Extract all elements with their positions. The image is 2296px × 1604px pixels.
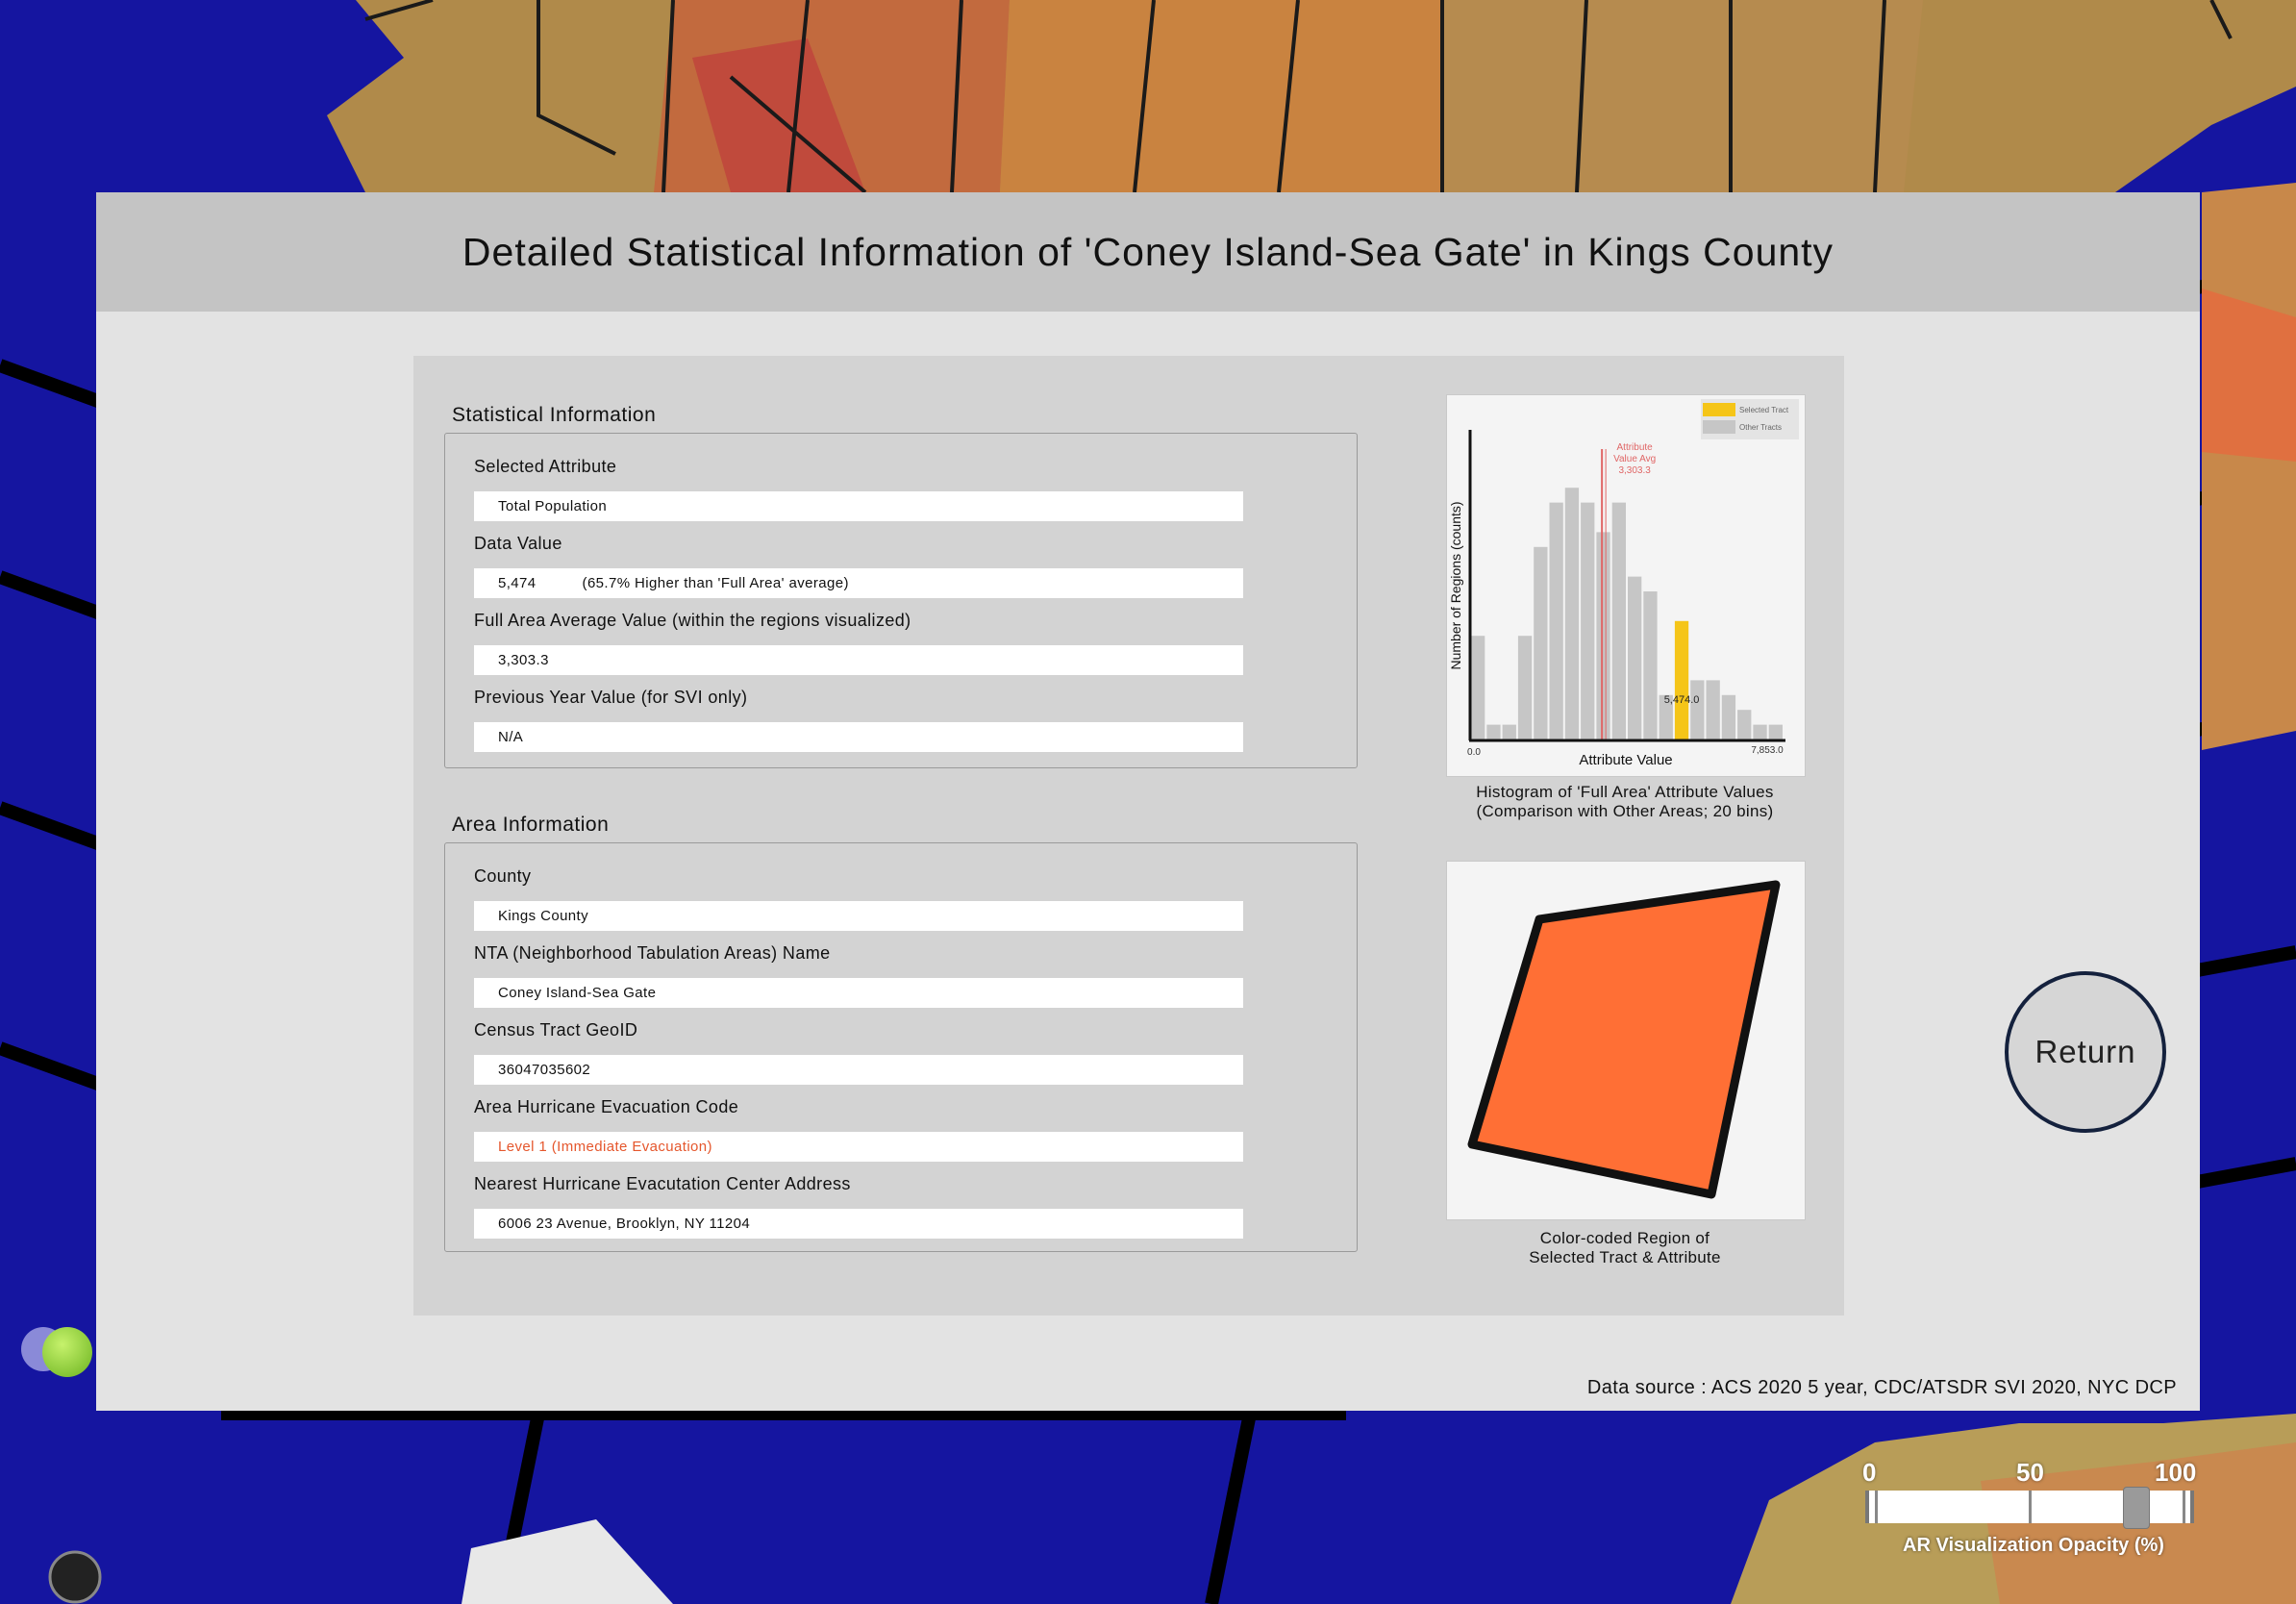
ar-marker-orb-green (42, 1327, 92, 1377)
histogram-caption-line1: Histogram of 'Full Area' Attribute Value… (1476, 783, 1774, 801)
page-title: Detailed Statistical Information of 'Con… (462, 229, 1834, 274)
selected-attribute-label: Selected Attribute (474, 457, 617, 476)
region-card (1446, 861, 1806, 1220)
histogram-bar (1706, 680, 1720, 739)
county-label: County (474, 866, 532, 886)
county-value: Kings County (474, 901, 1243, 931)
census-tract-value: 36047035602 (474, 1055, 1243, 1085)
legend-label-other: Other Tracts (1739, 423, 1782, 432)
legend-label-selected: Selected Tract (1739, 406, 1789, 414)
histogram-bar (1768, 724, 1783, 739)
opacity-slider[interactable]: 0 50 100 AR Visualization Opacity (%) (1860, 1454, 2207, 1569)
slider-handle[interactable] (2123, 1487, 2151, 1529)
histogram-bar (1721, 694, 1736, 739)
histogram-bar (1611, 502, 1626, 739)
return-button[interactable]: Return (2005, 971, 2166, 1133)
average-annotation: Attribute (1617, 442, 1654, 453)
content-box: Statistical Information Selected Attribu… (413, 356, 1844, 1316)
x-min-label: 0.0 (1467, 747, 1481, 758)
histogram-bar (1471, 636, 1485, 739)
average-annotation: Value Avg (1613, 454, 1656, 464)
evacuation-center-value: 6006 23 Avenue, Brooklyn, NY 11204 (474, 1209, 1243, 1239)
histogram-bar (1502, 724, 1516, 739)
full-area-average-text: 3,303.3 (498, 652, 549, 668)
legend-swatch-other (1703, 420, 1735, 434)
histogram-bar (1549, 502, 1563, 739)
region-caption-line1: Color-coded Region of (1539, 1229, 1710, 1247)
histogram-chart: AttributeValue Avg3,303.3 5,474.0 0.0 7,853… (1448, 399, 1799, 768)
region-caption: Color-coded Region of Selected Tract & A… (1413, 1229, 1836, 1267)
slider-tick-label-50: 50 (2016, 1458, 2044, 1487)
histogram-caption: Histogram of 'Full Area' Attribute Value… (1413, 783, 1836, 821)
nta-name-value: Coney Island-Sea Gate (474, 978, 1243, 1008)
histogram-card: Attribute Value Avg 3,303.3 5,474.0 0.0 7,853… (1446, 394, 1806, 777)
histogram-bar (1581, 502, 1595, 739)
x-max-label: 7,853.0 (1751, 745, 1784, 756)
area-info-group: County Kings County NTA (Neighborhood Ta… (444, 842, 1358, 1252)
census-tract-label: Census Tract GeoID (474, 1020, 638, 1040)
y-axis-label: Number of Regions (counts) (1448, 501, 1463, 669)
histogram-bar (1486, 724, 1501, 739)
data-value-label: Data Value (474, 534, 562, 553)
histogram-bar (1517, 636, 1533, 739)
previous-year-text: N/A (498, 729, 524, 745)
detail-panel: Detailed Statistical Information of 'Con… (96, 192, 2200, 1411)
legend-swatch-selected (1703, 403, 1735, 416)
average-annotation: 3,303.3 (1618, 465, 1651, 476)
slider-tick-label-0: 0 (1862, 1458, 1877, 1487)
previous-year-value: N/A (474, 722, 1243, 752)
histogram-bar (1596, 532, 1610, 739)
slider-tick-label-100: 100 (2155, 1458, 2197, 1487)
histogram-bar (1643, 591, 1658, 739)
full-area-average-label: Full Area Average Value (within the regi… (474, 611, 911, 630)
data-value-text: 5,474 (498, 575, 537, 591)
statistical-info-group: Selected Attribute Total Population Data… (444, 433, 1358, 768)
histogram-bar (1534, 546, 1548, 739)
full-area-average-value: 3,303.3 (474, 645, 1243, 675)
histogram-caption-line2: (Comparison with Other Areas; 20 bins) (1476, 802, 1774, 820)
region-caption-line2: Selected Tract & Attribute (1529, 1248, 1721, 1266)
data-source-text: Data source : ACS 2020 5 year, CDC/ATSDR… (1586, 1377, 2177, 1398)
region-shape (1467, 880, 1781, 1199)
nta-name-label: NTA (Neighborhood Tabulation Areas) Name (474, 943, 831, 963)
slider-tick-mark (2029, 1491, 2032, 1523)
selected-value-label: 5,474.0 (1664, 694, 1700, 706)
evacuation-code-label: Area Hurricane Evacuation Code (474, 1097, 739, 1116)
data-value-field: 5,474 (65.7% Higher than 'Full Area' aver… (474, 568, 1243, 598)
x-axis-label: Attribute Value (1579, 752, 1672, 768)
previous-year-label: Previous Year Value (for SVI only) (474, 688, 748, 707)
evacuation-center-label: Nearest Hurricane Evacutation Center Add… (474, 1174, 851, 1193)
slider-label: AR Visualization Opacity (%) (1903, 1535, 2164, 1556)
histogram-bar (1628, 576, 1642, 739)
area-info-title: Area Information (452, 814, 610, 836)
histogram-bar (1753, 724, 1767, 739)
selected-tract-polygon (1467, 880, 1781, 1199)
slider-tick-mark (1875, 1491, 1878, 1523)
histogram-bar (1690, 680, 1705, 739)
histogram-bar (1564, 488, 1580, 739)
panel-header: Detailed Statistical Information of 'Con… (96, 192, 2200, 312)
histogram-bar (1737, 710, 1752, 739)
histogram-bar-selected (1674, 620, 1689, 739)
selected-attribute-value: Total Population (474, 491, 1243, 521)
selected-attribute-text: Total Population (498, 498, 608, 514)
data-value-comparison: (65.7% Higher than 'Full Area' average) (582, 575, 849, 591)
slider-tick-mark (2183, 1491, 2185, 1523)
evacuation-code-value: Level 1 (Immediate Evacuation) (474, 1132, 1243, 1162)
statistical-info-title: Statistical Information (452, 404, 657, 426)
